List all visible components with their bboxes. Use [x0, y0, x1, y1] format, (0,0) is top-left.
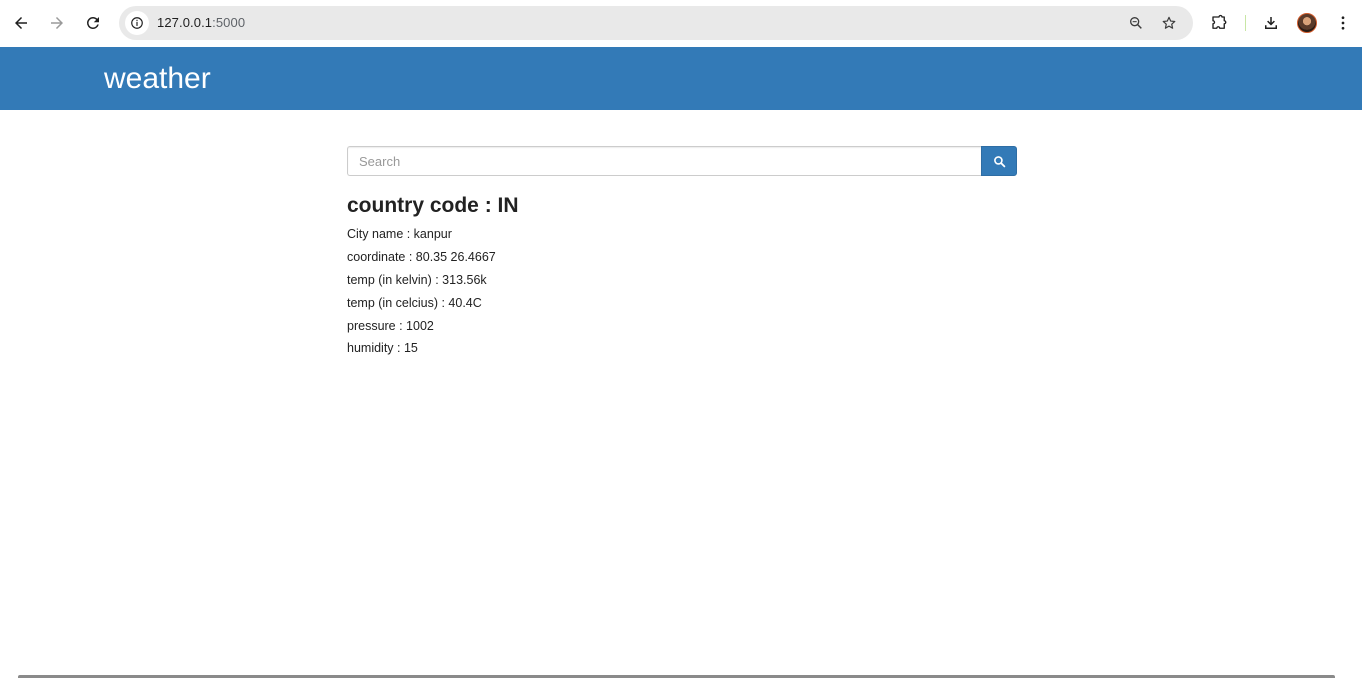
puzzle-icon — [1212, 14, 1227, 29]
search-form — [347, 146, 1017, 176]
city-name-text: City name : kanpur — [347, 227, 452, 241]
download-icon — [1265, 17, 1277, 29]
url-host: 127.0.0.1 — [157, 15, 213, 30]
downloads-button[interactable] — [1259, 11, 1283, 35]
navbar: weather — [0, 47, 1362, 110]
profile-avatar[interactable] — [1297, 13, 1317, 33]
back-button[interactable] — [9, 11, 33, 35]
zoom-button[interactable] — [1125, 12, 1147, 34]
bookmark-button[interactable] — [1158, 12, 1180, 34]
coordinate-text: coordinate : 80.35 26.4667 — [347, 250, 496, 264]
reload-button[interactable] — [81, 11, 105, 35]
forward-button[interactable] — [45, 11, 69, 35]
star-icon — [1162, 16, 1176, 29]
search-input[interactable] — [347, 146, 981, 176]
reload-icon — [86, 16, 99, 29]
browser-menu-button[interactable] — [1331, 11, 1355, 35]
kebab-menu-icon — [1341, 16, 1345, 30]
toolbar-divider — [1245, 15, 1246, 31]
back-arrow-icon — [15, 17, 27, 29]
temp-celsius-text: temp (in celcius) : 40.4C — [347, 296, 482, 310]
temp-kelvin-text: temp (in kelvin) : 313.56k — [347, 273, 487, 287]
extensions-button[interactable] — [1207, 11, 1231, 35]
address-bar[interactable]: 127.0.0.1:5000 — [119, 6, 1193, 40]
url-text[interactable]: 127.0.0.1:5000 — [157, 15, 245, 30]
pressure-text: pressure : 1002 — [347, 319, 434, 333]
country-code-heading: country code : IN — [347, 194, 519, 217]
url-port: :5000 — [212, 15, 246, 30]
forward-arrow-icon — [51, 17, 63, 29]
zoom-icon — [1130, 16, 1142, 29]
humidity-text: humidity : 15 — [347, 341, 418, 355]
browser-toolbar: 127.0.0.1:5000 — [0, 0, 1362, 46]
search-button[interactable] — [981, 146, 1017, 176]
info-icon — [131, 17, 143, 29]
search-icon — [993, 155, 1005, 167]
site-info-button[interactable] — [125, 11, 149, 35]
navbar-brand[interactable]: weather — [104, 64, 211, 94]
